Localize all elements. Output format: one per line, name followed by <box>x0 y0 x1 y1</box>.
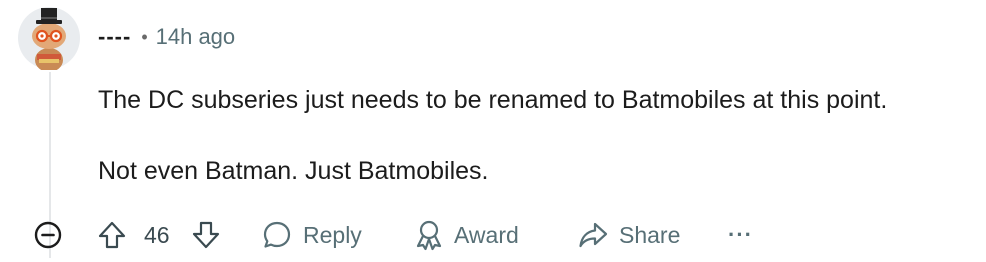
award-button[interactable]: Award <box>414 212 519 258</box>
reply-label: Reply <box>303 221 362 248</box>
award-label: Award <box>454 221 519 248</box>
collapse-button[interactable] <box>33 212 63 258</box>
more-options-button[interactable]: ··· <box>728 212 753 258</box>
share-arrow-icon <box>579 222 608 248</box>
share-label: Share <box>619 221 681 248</box>
share-button[interactable]: Share <box>577 212 680 258</box>
avatar[interactable] <box>17 6 81 70</box>
arrow-up-icon <box>98 221 126 249</box>
vote-count: 46 <box>144 221 170 248</box>
speech-bubble-icon <box>263 221 291 248</box>
comment-paragraph-2: Not even Batman. Just Batmobiles. <box>98 157 489 185</box>
timestamp[interactable]: 14h ago <box>156 24 236 50</box>
snoo-avatar-icon <box>18 7 80 70</box>
downvote-button[interactable] <box>190 212 222 258</box>
minus-circle-icon <box>34 221 62 249</box>
comment-paragraph-1: The DC subseries just needs to be rename… <box>98 86 888 114</box>
award-ribbon-icon <box>416 220 442 251</box>
reply-button[interactable]: Reply <box>261 212 362 258</box>
arrow-down-icon <box>192 221 220 249</box>
upvote-button[interactable] <box>96 212 128 258</box>
username-link[interactable]: ---- <box>98 24 131 50</box>
comment-meta: ---- • 14h ago <box>98 22 235 52</box>
meta-separator: • <box>141 26 148 47</box>
comment-actions: 46 Reply Award Share ··· <box>0 212 986 258</box>
